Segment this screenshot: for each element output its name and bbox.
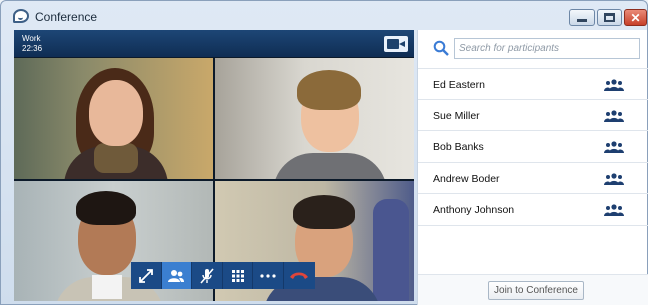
list-item[interactable]: Ed Eastern [418,68,648,100]
panel-footer: Join to Conference [418,274,648,305]
participants-panel: Ed Eastern Sue Miller Bob Banks Andrew B… [417,30,648,305]
app-logo-icon [13,9,29,23]
call-header: Work 22:36 [14,30,414,57]
search-input[interactable] [454,38,640,59]
more-options-button[interactable] [253,262,284,289]
title-bar[interactable]: Conference ✕ [1,1,647,29]
search-icon [433,40,449,56]
video-panel: Work 22:36 [14,30,414,301]
more-icon [260,273,276,278]
camera-toggle-button[interactable] [384,36,408,52]
participant-list: Ed Eastern Sue Miller Bob Banks Andrew B… [418,68,648,226]
participant-name: Sue Miller [433,109,480,122]
participant-group-icon[interactable] [604,141,624,153]
maximize-button[interactable] [597,9,622,26]
window-title: Conference [35,10,98,24]
participant-name: Andrew Boder [433,172,500,185]
search-bar [418,30,648,66]
maximize-icon [604,13,615,22]
participants-button[interactable] [161,262,193,289]
video-tile-1[interactable] [14,58,213,179]
video-tile-2[interactable] [215,58,414,179]
list-item[interactable]: Andrew Boder [418,163,648,194]
conference-window: Conference ✕ Work 22:36 Search for parti… [0,0,648,305]
call-duration: 22:36 [22,44,43,53]
camera-icon [387,39,399,49]
participants-icon [168,269,185,282]
join-conference-button[interactable]: Join to Conference [488,281,584,300]
participant-name: Bob Banks [433,141,484,153]
participant-name: Ed Eastern [433,79,485,91]
call-controls [131,262,315,289]
minimize-button[interactable] [569,9,595,26]
minimize-icon [577,19,587,22]
list-item[interactable]: Sue Miller [418,100,648,131]
participant-name: Anthony Johnson [433,204,515,216]
dialpad-icon [231,269,244,282]
hangup-button[interactable] [284,262,315,289]
participant-group-icon[interactable] [604,109,624,122]
participant-group-icon[interactable] [604,79,624,91]
close-button[interactable]: ✕ [624,9,647,26]
microphone-muted-icon [200,267,214,284]
mute-button[interactable] [192,262,223,289]
dialpad-button[interactable] [223,262,254,289]
close-icon: ✕ [630,10,641,25]
call-name: Work [22,34,41,43]
expand-button[interactable] [131,262,162,289]
expand-icon [138,268,153,283]
hangup-icon [290,272,309,279]
list-item[interactable]: Anthony Johnson [418,194,648,226]
list-item[interactable]: Bob Banks [418,131,648,163]
participant-group-icon[interactable] [604,204,624,216]
participant-group-icon[interactable] [604,172,624,185]
